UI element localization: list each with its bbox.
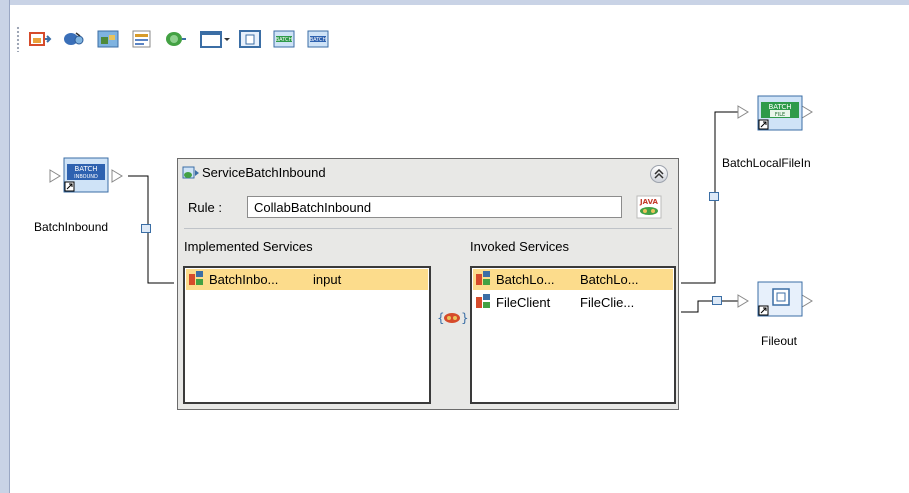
- collaboration-link-icon: {}: [436, 309, 469, 330]
- service-title: ServiceBatchInbound: [202, 165, 326, 180]
- service-node-icon: [475, 293, 491, 312]
- java-collaboration-icon[interactable]: JAVA: [636, 195, 662, 222]
- svg-text:}: }: [461, 311, 468, 325]
- rule-label: Rule :: [188, 200, 222, 215]
- panel-separator: [184, 228, 672, 229]
- svg-text:INBOUND: INBOUND: [74, 174, 98, 180]
- rule-input[interactable]: CollabBatchInbound: [247, 196, 622, 218]
- service-node-icon: [475, 270, 491, 289]
- service-node-icon: [188, 270, 204, 289]
- service-icon: [182, 165, 200, 184]
- batch-inbound-port[interactable]: [141, 224, 151, 233]
- implemented-service-name: BatchInbo...: [209, 272, 279, 287]
- service-panel[interactable]: ServiceBatchInbound Rule : CollabBatchIn…: [177, 158, 679, 410]
- invoked-service-name: BatchLo...: [496, 272, 555, 287]
- implemented-service-row[interactable]: BatchInbo... input: [186, 269, 428, 290]
- batch-local-file-in-label: BatchLocalFileIn: [722, 156, 811, 170]
- invoked-service-operation: BatchLo...: [580, 272, 639, 287]
- implemented-services-header: Implemented Services: [184, 239, 313, 254]
- batch-local-file-in-port[interactable]: [709, 192, 719, 201]
- batch-inbound-node-icon[interactable]: BATCH INBOUND: [62, 156, 110, 199]
- svg-text:{: {: [437, 311, 445, 325]
- svg-text:BATCH: BATCH: [74, 165, 97, 173]
- fileout-port[interactable]: [712, 296, 722, 305]
- implemented-service-operation: input: [313, 272, 342, 287]
- batch-local-file-in-node-icon[interactable]: BATCH FILE: [756, 94, 804, 137]
- svg-text:JAVA: JAVA: [639, 198, 658, 206]
- svg-text:BATCH: BATCH: [768, 103, 791, 111]
- fileout-label: Fileout: [761, 334, 798, 348]
- collapse-icon[interactable]: [650, 165, 668, 183]
- svg-text:FILE: FILE: [775, 112, 785, 118]
- implemented-services-list[interactable]: BatchInbo... input: [183, 266, 431, 404]
- invoked-service-row[interactable]: FileClient FileClie...: [473, 292, 673, 313]
- invoked-service-name: FileClient: [496, 295, 551, 310]
- invoked-services-header: Invoked Services: [470, 239, 569, 254]
- invoked-service-row[interactable]: BatchLo... BatchLo...: [473, 269, 673, 290]
- fileout-node-icon[interactable]: [756, 280, 804, 323]
- invoked-services-list[interactable]: BatchLo... BatchLo... FileClient FileCli…: [470, 266, 676, 404]
- batch-inbound-label: BatchInbound: [34, 220, 109, 234]
- invoked-service-operation: FileClie...: [580, 295, 635, 310]
